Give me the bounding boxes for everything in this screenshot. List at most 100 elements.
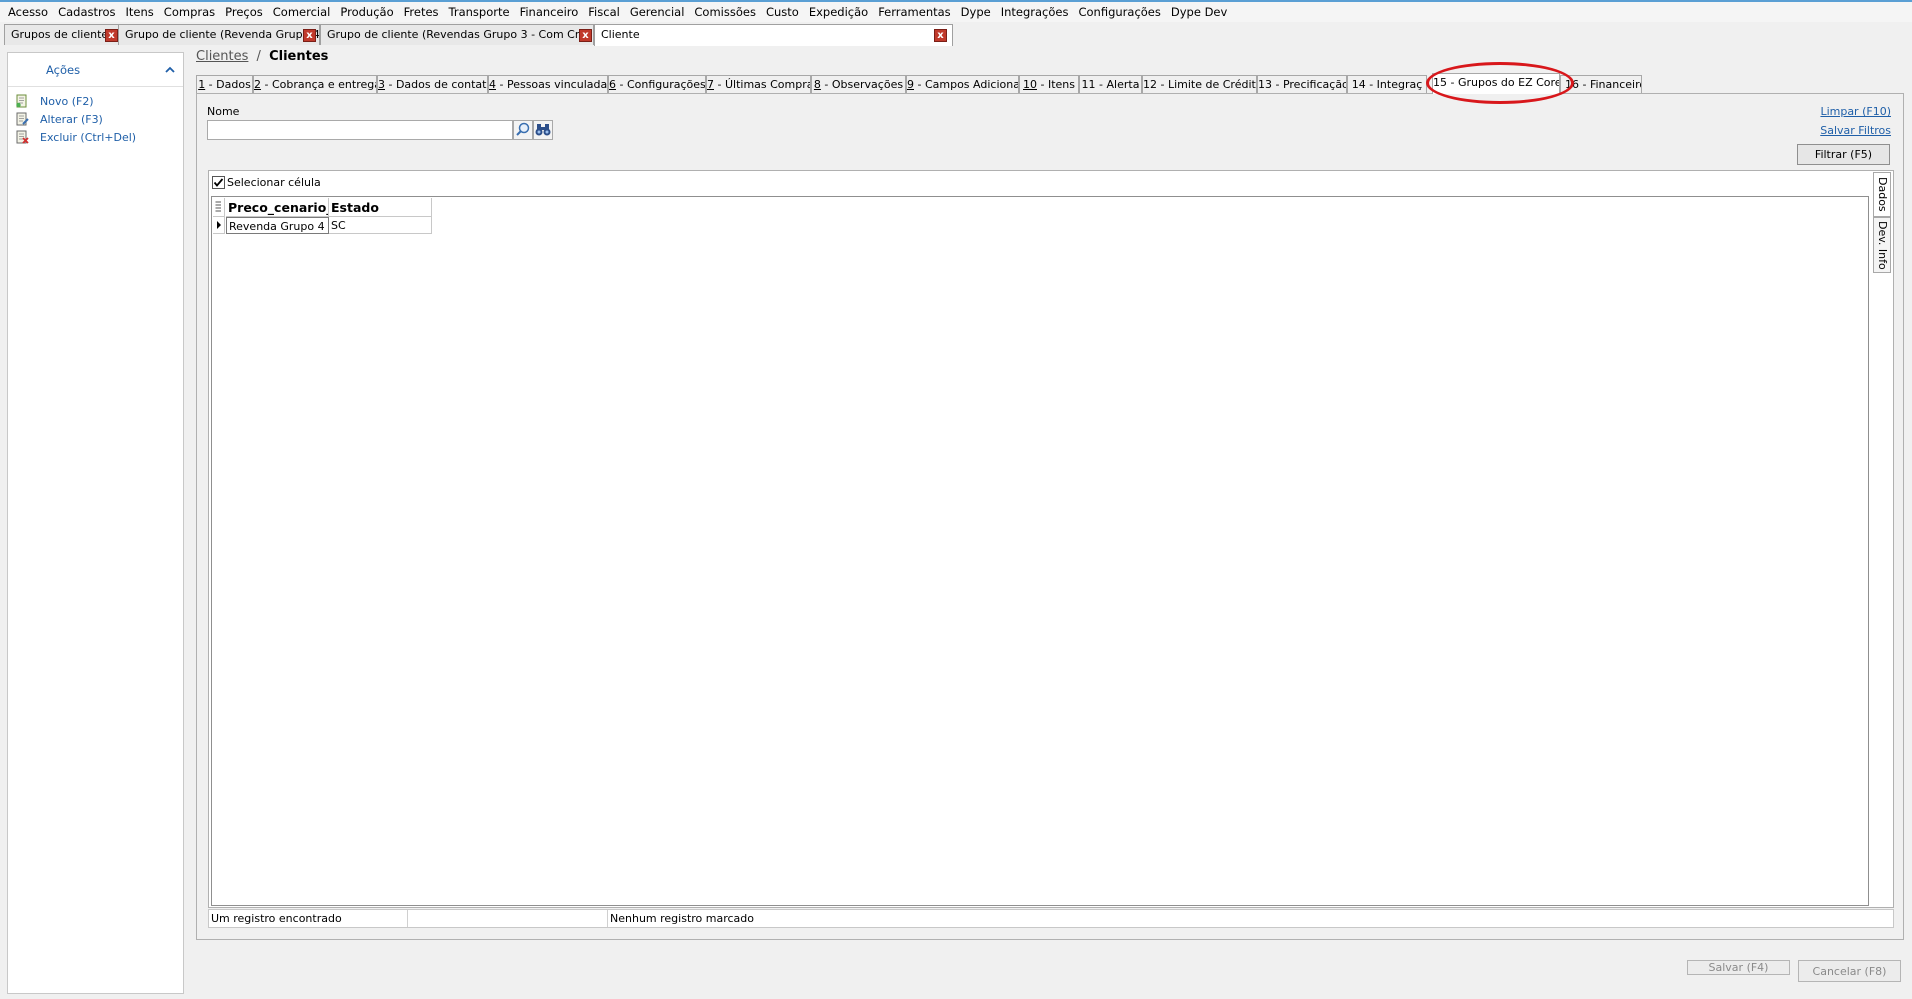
- menu-ferramentas[interactable]: Ferramentas: [873, 2, 955, 22]
- tab-number: 11: [1081, 78, 1096, 91]
- tab-number: 2: [254, 78, 261, 91]
- grid-header-selector[interactable]: [213, 198, 225, 217]
- tab-itens[interactable]: 10 - Itens: [1019, 75, 1079, 94]
- data-grid: Preco_cenario_ Estado Revenda Grupo 4 SC: [211, 196, 1869, 906]
- actions-panel-header[interactable]: Ações: [8, 53, 183, 87]
- tab-precificacao[interactable]: 13 - Precificação: [1257, 75, 1347, 94]
- doc-tab-revenda-grupo-4[interactable]: Grupo de cliente (Revenda Grupo 4) x: [118, 24, 320, 45]
- breadcrumb-link-clientes[interactable]: Clientes: [196, 49, 248, 64]
- tab-number: 6: [609, 78, 616, 91]
- close-icon[interactable]: x: [579, 29, 592, 42]
- tab-number: 4: [489, 78, 496, 91]
- new-button-label: Novo (F2): [40, 94, 94, 108]
- tab-cobranca-e-entrega[interactable]: 2 - Cobrança e entrega: [253, 75, 377, 94]
- delete-button[interactable]: Excluir (Ctrl+Del): [15, 128, 136, 146]
- menu-bar: Acesso Cadastros Itens Compras Preços Co…: [0, 0, 1912, 22]
- tab-dados[interactable]: 1 - Dados: [196, 75, 253, 94]
- menu-comissoes[interactable]: Comissões: [689, 2, 761, 22]
- edit-button-label: Alterar (F3): [40, 112, 103, 126]
- menu-cadastros[interactable]: Cadastros: [53, 2, 120, 22]
- tab-label: - Precificação: [1272, 78, 1347, 91]
- side-tab-dados[interactable]: Dados: [1873, 172, 1891, 217]
- menu-financeiro[interactable]: Financeiro: [515, 2, 584, 22]
- doc-tab-revendas-grupo-3[interactable]: Grupo de cliente (Revendas Grupo 3 - Com…: [320, 24, 594, 45]
- menu-transporte[interactable]: Transporte: [444, 2, 515, 22]
- doc-tab-label: Grupo de cliente (Revenda Grupo 4): [125, 28, 320, 41]
- doc-tab-label: Grupos de cliente: [11, 28, 109, 41]
- records-found-text: Um registro encontrado: [211, 912, 342, 925]
- doc-tab-label: Grupo de cliente (Revendas Grupo 3 - Com…: [327, 28, 594, 41]
- edit-document-icon: [16, 112, 29, 126]
- tab-number: 12: [1143, 78, 1157, 91]
- menu-dype-dev[interactable]: Dype Dev: [1166, 2, 1232, 22]
- tab-label: - Limite de Crédito: [1157, 78, 1257, 91]
- close-icon[interactable]: x: [934, 29, 947, 42]
- column-chooser-icon: [215, 201, 221, 212]
- close-icon[interactable]: x: [303, 29, 316, 42]
- menu-configuracoes[interactable]: Configurações: [1073, 2, 1165, 22]
- highlight-ellipse: [1426, 62, 1574, 104]
- chevron-up-icon[interactable]: [165, 65, 175, 75]
- status-divider: [407, 910, 408, 927]
- name-label: Nome: [207, 105, 240, 118]
- tab-observacoes[interactable]: 8 - Observações: [811, 75, 906, 94]
- menu-expedicao[interactable]: Expedição: [804, 2, 873, 22]
- doc-tab-label: Cliente: [601, 28, 640, 41]
- column-header-preco-cenario[interactable]: Preco_cenario_: [226, 198, 329, 217]
- name-input[interactable]: [207, 120, 513, 140]
- save-button[interactable]: Salvar (F4): [1687, 960, 1790, 975]
- close-icon[interactable]: x: [105, 29, 118, 42]
- tab-label: - Dados de contato: [385, 78, 488, 91]
- search-button[interactable]: [513, 120, 533, 140]
- actions-panel-title: Ações: [46, 62, 81, 77]
- status-divider: [607, 910, 608, 927]
- tab-integracao[interactable]: 14 - Integraç: [1347, 75, 1427, 94]
- doc-tab-grupos-de-cliente[interactable]: Grupos de cliente x: [4, 24, 120, 45]
- tab-ultimas-compras[interactable]: 7 - Últimas Compras: [706, 75, 811, 94]
- row-pointer-icon: [217, 221, 221, 229]
- delete-button-label: Excluir (Ctrl+Del): [40, 130, 137, 144]
- filter-button[interactable]: Filtrar (F5): [1797, 144, 1890, 165]
- column-header-estado[interactable]: Estado: [329, 198, 432, 217]
- tab-alerta[interactable]: 11 - Alerta: [1079, 75, 1142, 94]
- doc-tab-cliente[interactable]: Cliente x: [594, 24, 953, 46]
- select-cell-checkbox[interactable]: [212, 176, 225, 189]
- cancel-button[interactable]: Cancelar (F8): [1798, 960, 1901, 982]
- menu-compras[interactable]: Compras: [159, 2, 220, 22]
- tab-pessoas-vinculadas[interactable]: 4 - Pessoas vinculadas: [488, 75, 608, 94]
- tab-number: 13: [1258, 78, 1272, 91]
- menu-producao[interactable]: Produção: [335, 2, 398, 22]
- menu-integracoes[interactable]: Integrações: [996, 2, 1074, 22]
- edit-button[interactable]: Alterar (F3): [15, 110, 103, 128]
- menu-acesso[interactable]: Acesso: [3, 2, 53, 22]
- menu-itens[interactable]: Itens: [121, 2, 159, 22]
- breadcrumb-separator: /: [256, 49, 261, 64]
- side-tab-dev-info[interactable]: Dev. Info: [1873, 217, 1891, 273]
- clear-filters-link[interactable]: Limpar (F10): [1820, 105, 1891, 118]
- tab-limite-de-credito[interactable]: 12 - Limite de Crédito: [1142, 75, 1257, 94]
- menu-dype[interactable]: Dype: [956, 2, 996, 22]
- save-filters-link[interactable]: Salvar Filtros: [1820, 124, 1891, 137]
- menu-fretes[interactable]: Fretes: [399, 2, 444, 22]
- tab-campos-adicionais[interactable]: 9 - Campos Adicionais: [906, 75, 1019, 94]
- menu-gerencial[interactable]: Gerencial: [625, 2, 690, 22]
- tab-label: - Configurações: [616, 78, 706, 91]
- tab-label: - Campos Adicionais: [914, 78, 1019, 91]
- menu-precos[interactable]: Preços: [220, 2, 268, 22]
- new-document-icon: [16, 94, 27, 108]
- table-cell[interactable]: Revenda Grupo 4: [226, 217, 329, 234]
- breadcrumb-current: Clientes: [269, 49, 329, 64]
- tab-configuracoes[interactable]: 6 - Configurações: [608, 75, 706, 94]
- tab-dados-de-contato[interactable]: 3 - Dados de contato: [377, 75, 488, 94]
- tab-number: 3: [378, 78, 385, 91]
- advanced-search-button[interactable]: [533, 120, 553, 140]
- new-button[interactable]: Novo (F2): [15, 92, 94, 110]
- table-cell[interactable]: SC: [329, 217, 432, 234]
- actions-panel: Ações Novo (F2) Alterar (F3) Excluir (Ct…: [7, 52, 184, 994]
- row-indicator[interactable]: [213, 217, 225, 234]
- breadcrumb: Clientes / Clientes: [196, 49, 328, 64]
- menu-fiscal[interactable]: Fiscal: [583, 2, 625, 22]
- menu-comercial[interactable]: Comercial: [268, 2, 336, 22]
- menu-custo[interactable]: Custo: [761, 2, 804, 22]
- tab-label: - Integraç: [1365, 78, 1423, 91]
